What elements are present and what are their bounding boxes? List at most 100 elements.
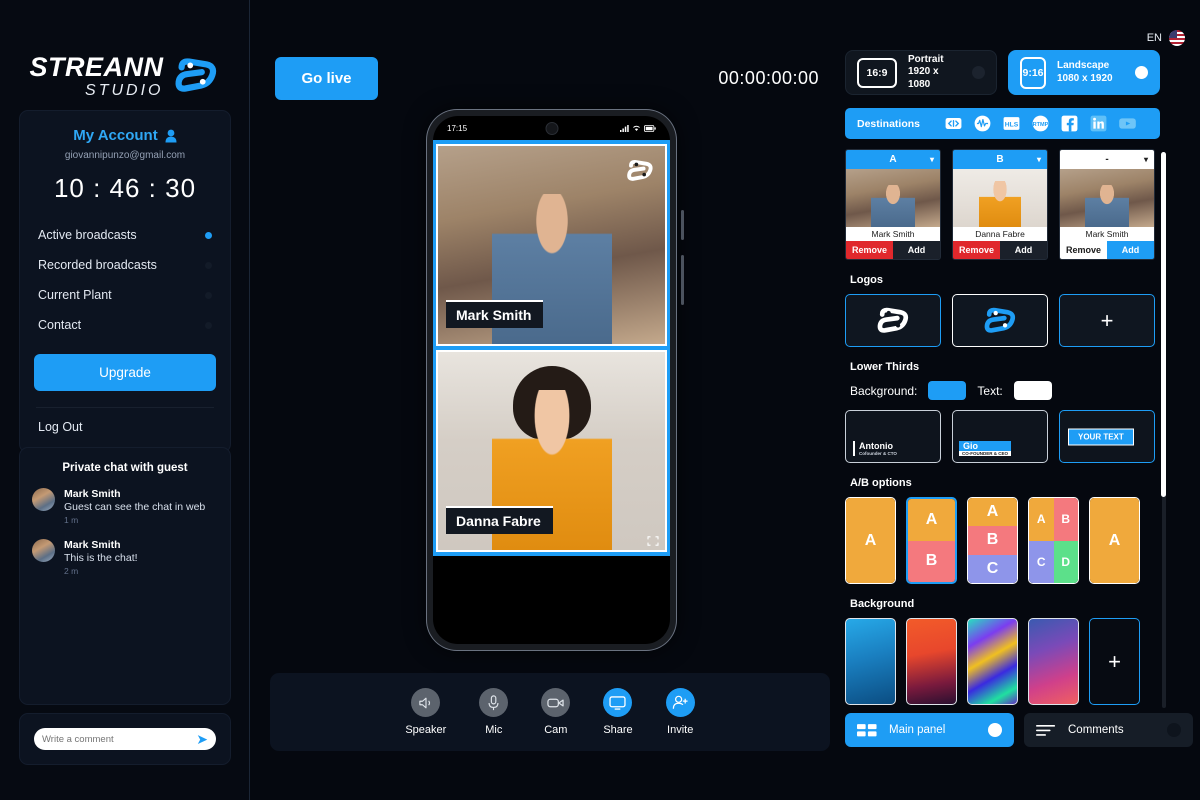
ab-layout-5[interactable]: A — [1089, 497, 1140, 584]
us-flag-icon — [1169, 30, 1185, 46]
participant-tile-b[interactable]: Danna Fabre — [436, 350, 667, 552]
lower-third-template-3[interactable]: YOUR TEXT — [1059, 410, 1155, 463]
chevron-down-icon[interactable]: ▾ — [930, 155, 934, 164]
source-slot-label: A — [889, 154, 897, 165]
add-background-button[interactable]: + — [1089, 618, 1140, 705]
ab-layout-3[interactable]: A B C — [967, 497, 1018, 584]
remove-button[interactable]: Remove — [846, 241, 893, 259]
facebook-icon[interactable] — [1060, 114, 1079, 133]
add-button[interactable]: Add — [1107, 241, 1154, 259]
send-icon[interactable]: ➤ — [196, 732, 208, 746]
rtmp-icon[interactable]: RTMP — [1031, 114, 1050, 133]
ab-cell: B — [968, 526, 1017, 555]
fullscreen-icon[interactable] — [647, 536, 659, 546]
control-label: Cam — [544, 724, 568, 736]
share-glyph-icon — [609, 695, 627, 710]
source-name: Mark Smith — [846, 227, 940, 241]
remove-button[interactable]: Remove — [1060, 241, 1107, 259]
ratio-option-portrait[interactable]: 16:9 Portrait 1920 x 1080 — [845, 50, 997, 95]
ab-cell: A — [846, 498, 895, 583]
sidebar-item-current-plant[interactable]: Current Plant — [34, 280, 216, 310]
sidebar-item-label: Active broadcasts — [38, 228, 137, 242]
tab-indicator[interactable] — [1167, 723, 1181, 737]
background-option-3[interactable] — [967, 618, 1018, 705]
control-cam[interactable]: Cam — [541, 688, 571, 736]
add-logo-button[interactable]: + — [1059, 294, 1155, 347]
chat-message-name: Mark Smith — [64, 488, 121, 500]
speaker-icon — [411, 688, 441, 717]
tab-comments[interactable]: Comments — [1024, 713, 1193, 747]
background-color-swatch[interactable] — [928, 381, 967, 400]
logo-blue-icon — [984, 307, 1016, 333]
language-selector[interactable]: EN — [1147, 30, 1185, 46]
source-slot-header[interactable]: - ▾ — [1060, 150, 1154, 169]
sidebar-item-contact[interactable]: Contact — [34, 310, 216, 340]
embed-code-icon[interactable] — [944, 114, 963, 133]
phone-power-button — [681, 255, 684, 305]
right-panel-scrollbar-thumb[interactable] — [1161, 152, 1166, 497]
aspect-ratio-options: 16:9 Portrait 1920 x 1080 9:16 Landscape… — [845, 50, 1160, 95]
ab-layout-2[interactable]: A B — [906, 497, 957, 584]
status-dot — [205, 231, 212, 239]
radio-indicator[interactable] — [972, 66, 985, 79]
logout-link[interactable]: Log Out — [34, 408, 216, 434]
tab-main-panel[interactable]: Main panel — [845, 713, 1014, 747]
sidebar-item-label: Current Plant — [38, 288, 112, 302]
ratio-option-landscape[interactable]: 9:16 Landscape 1080 x 1920 — [1008, 50, 1160, 95]
add-button[interactable]: Add — [1000, 241, 1047, 259]
language-code: EN — [1146, 32, 1162, 44]
ab-layout-4[interactable]: A B C D — [1028, 497, 1079, 584]
control-invite[interactable]: Invite — [665, 688, 695, 736]
upgrade-button[interactable]: Upgrade — [34, 354, 216, 391]
background-option-1[interactable] — [845, 618, 896, 705]
hls-icon[interactable]: HLS — [1002, 114, 1021, 133]
source-slot-b[interactable]: B ▾ Danna Fabre Remove Add — [952, 149, 1048, 260]
remove-button[interactable]: Remove — [953, 241, 1000, 259]
radio-indicator[interactable] — [1135, 66, 1148, 79]
participant-tile-a[interactable]: Mark Smith — [436, 144, 667, 346]
background-section-title: Background — [850, 598, 915, 610]
participant-name-tag: Mark Smith — [446, 300, 544, 328]
go-live-button[interactable]: Go live — [275, 57, 378, 100]
participant-name-tag: Danna Fabre — [446, 506, 553, 534]
chat-message: Mark Smith Guest can see the chat in web… — [32, 488, 218, 525]
control-label: Share — [603, 724, 633, 736]
background-option-2[interactable] — [906, 618, 957, 705]
logo-option-blue[interactable] — [952, 294, 1048, 347]
sidebar-item-active-broadcasts[interactable]: Active broadcasts — [34, 220, 216, 250]
control-label: Speaker — [405, 724, 447, 736]
text-color-swatch[interactable] — [1013, 381, 1052, 400]
grid-panel-icon — [857, 723, 877, 736]
logo-option-white[interactable] — [845, 294, 941, 347]
youtube-icon[interactable] — [1118, 114, 1137, 133]
lower-third-template-2[interactable]: Gio CO-FOUNDER & CEO — [952, 410, 1048, 463]
background-option-4[interactable] — [1028, 618, 1079, 705]
account-title-row[interactable]: My Account — [34, 127, 216, 144]
chat-title: Private chat with guest — [62, 462, 188, 474]
sidebar-item-recorded-broadcasts[interactable]: Recorded broadcasts — [34, 250, 216, 280]
control-share[interactable]: Share — [603, 688, 633, 736]
comment-input[interactable] — [42, 733, 197, 745]
logo-white-icon — [877, 307, 909, 333]
source-slot-header[interactable]: B ▾ — [953, 150, 1047, 169]
control-speaker[interactable]: Speaker — [405, 688, 446, 736]
source-slot-header[interactable]: A ▾ — [846, 150, 940, 169]
linkedin-icon[interactable] — [1089, 114, 1108, 133]
brand-sub: STUDIO — [85, 81, 164, 99]
svg-text:HLS: HLS — [1005, 121, 1019, 128]
right-panel-scroll-area[interactable]: A ▾ Mark Smith Remove Add B ▾ Danna Fabr… — [845, 149, 1175, 709]
lower-third-template-1[interactable]: Antonio Cofounder & CTO — [845, 410, 941, 463]
add-button[interactable]: Add — [893, 241, 940, 259]
ab-layout-1[interactable]: A — [845, 497, 896, 584]
lower-thirds-section-title: Lower Thirds — [850, 361, 920, 373]
source-slot-empty[interactable]: - ▾ Mark Smith Remove Add — [1059, 149, 1155, 260]
chevron-down-icon[interactable]: ▾ — [1144, 155, 1148, 164]
tab-indicator[interactable] — [988, 723, 1002, 737]
source-slot-a[interactable]: A ▾ Mark Smith Remove Add — [845, 149, 941, 260]
chevron-down-icon[interactable]: ▾ — [1037, 155, 1041, 164]
avatar — [32, 539, 55, 562]
audio-wave-icon[interactable] — [973, 114, 992, 133]
control-mic[interactable]: Mic — [479, 688, 509, 736]
ab-cell: C — [1029, 540, 1054, 583]
cam-glyph-icon — [547, 698, 564, 707]
